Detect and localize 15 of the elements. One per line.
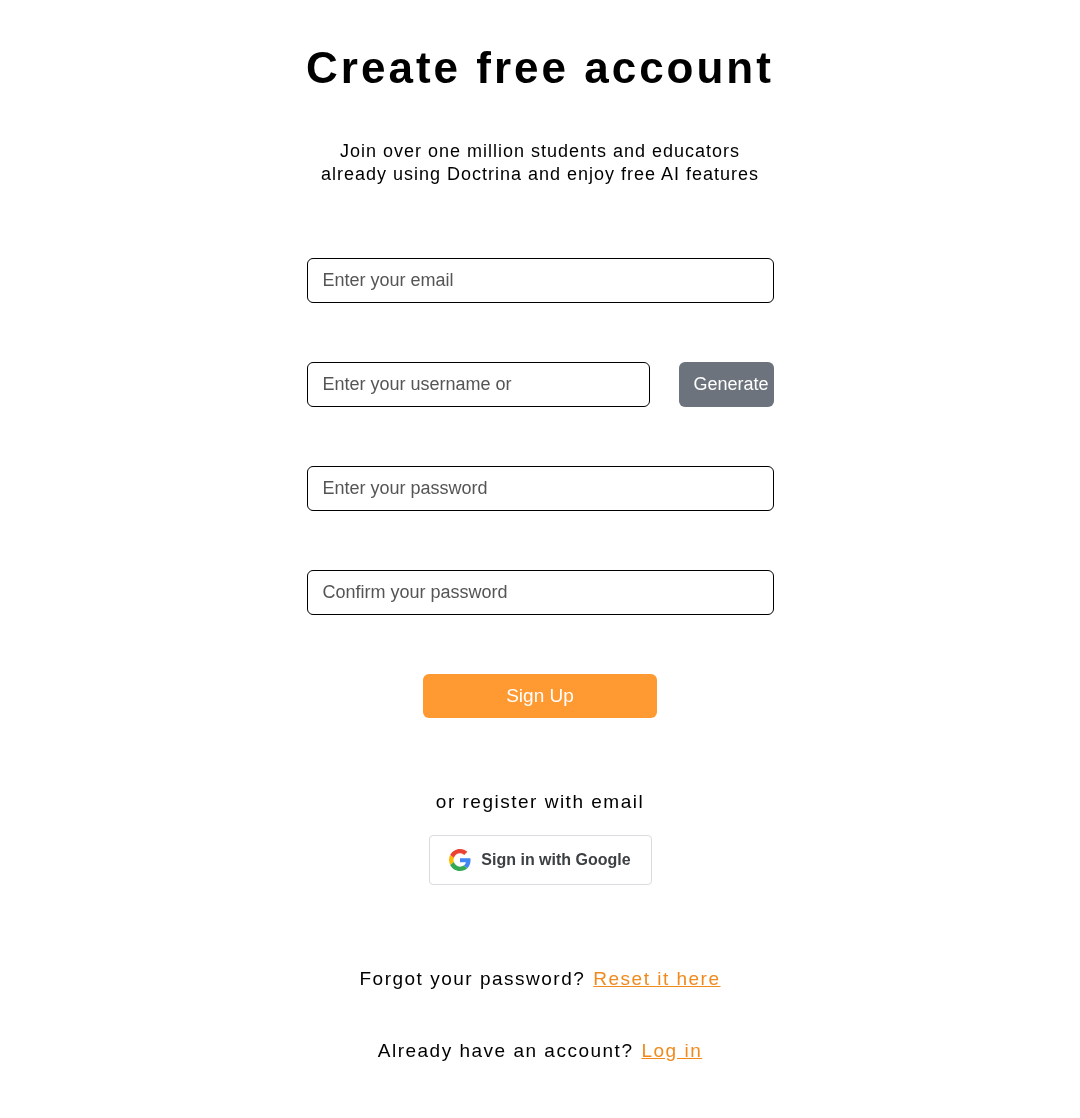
divider-text: or register with email	[435, 790, 645, 814]
prompt-text: Already have an account?	[377, 1039, 634, 1063]
link[interactable]: Log in	[641, 1037, 703, 1066]
text-field[interactable]: Enter your email	[306, 258, 774, 303]
text-field[interactable]: Confirm your password	[306, 570, 774, 615]
page-title: Create free account	[306, 42, 774, 94]
google-logo-icon	[449, 848, 472, 871]
username-field[interactable]: Enter your username or	[306, 362, 650, 407]
link[interactable]: Reset it here	[593, 964, 721, 993]
subtitle: Join over one million students and educators already using Doctrina and enjoy free AI features	[319, 140, 761, 186]
prompt-text: Forgot your password?	[359, 966, 586, 991]
generate-button[interactable]: Generate	[678, 362, 774, 407]
text-field[interactable]: Enter your password	[306, 466, 774, 511]
google-sign-in-button[interactable]: Sign in with Google	[428, 834, 652, 885]
sign-up-button[interactable]: Sign Up	[423, 674, 657, 718]
